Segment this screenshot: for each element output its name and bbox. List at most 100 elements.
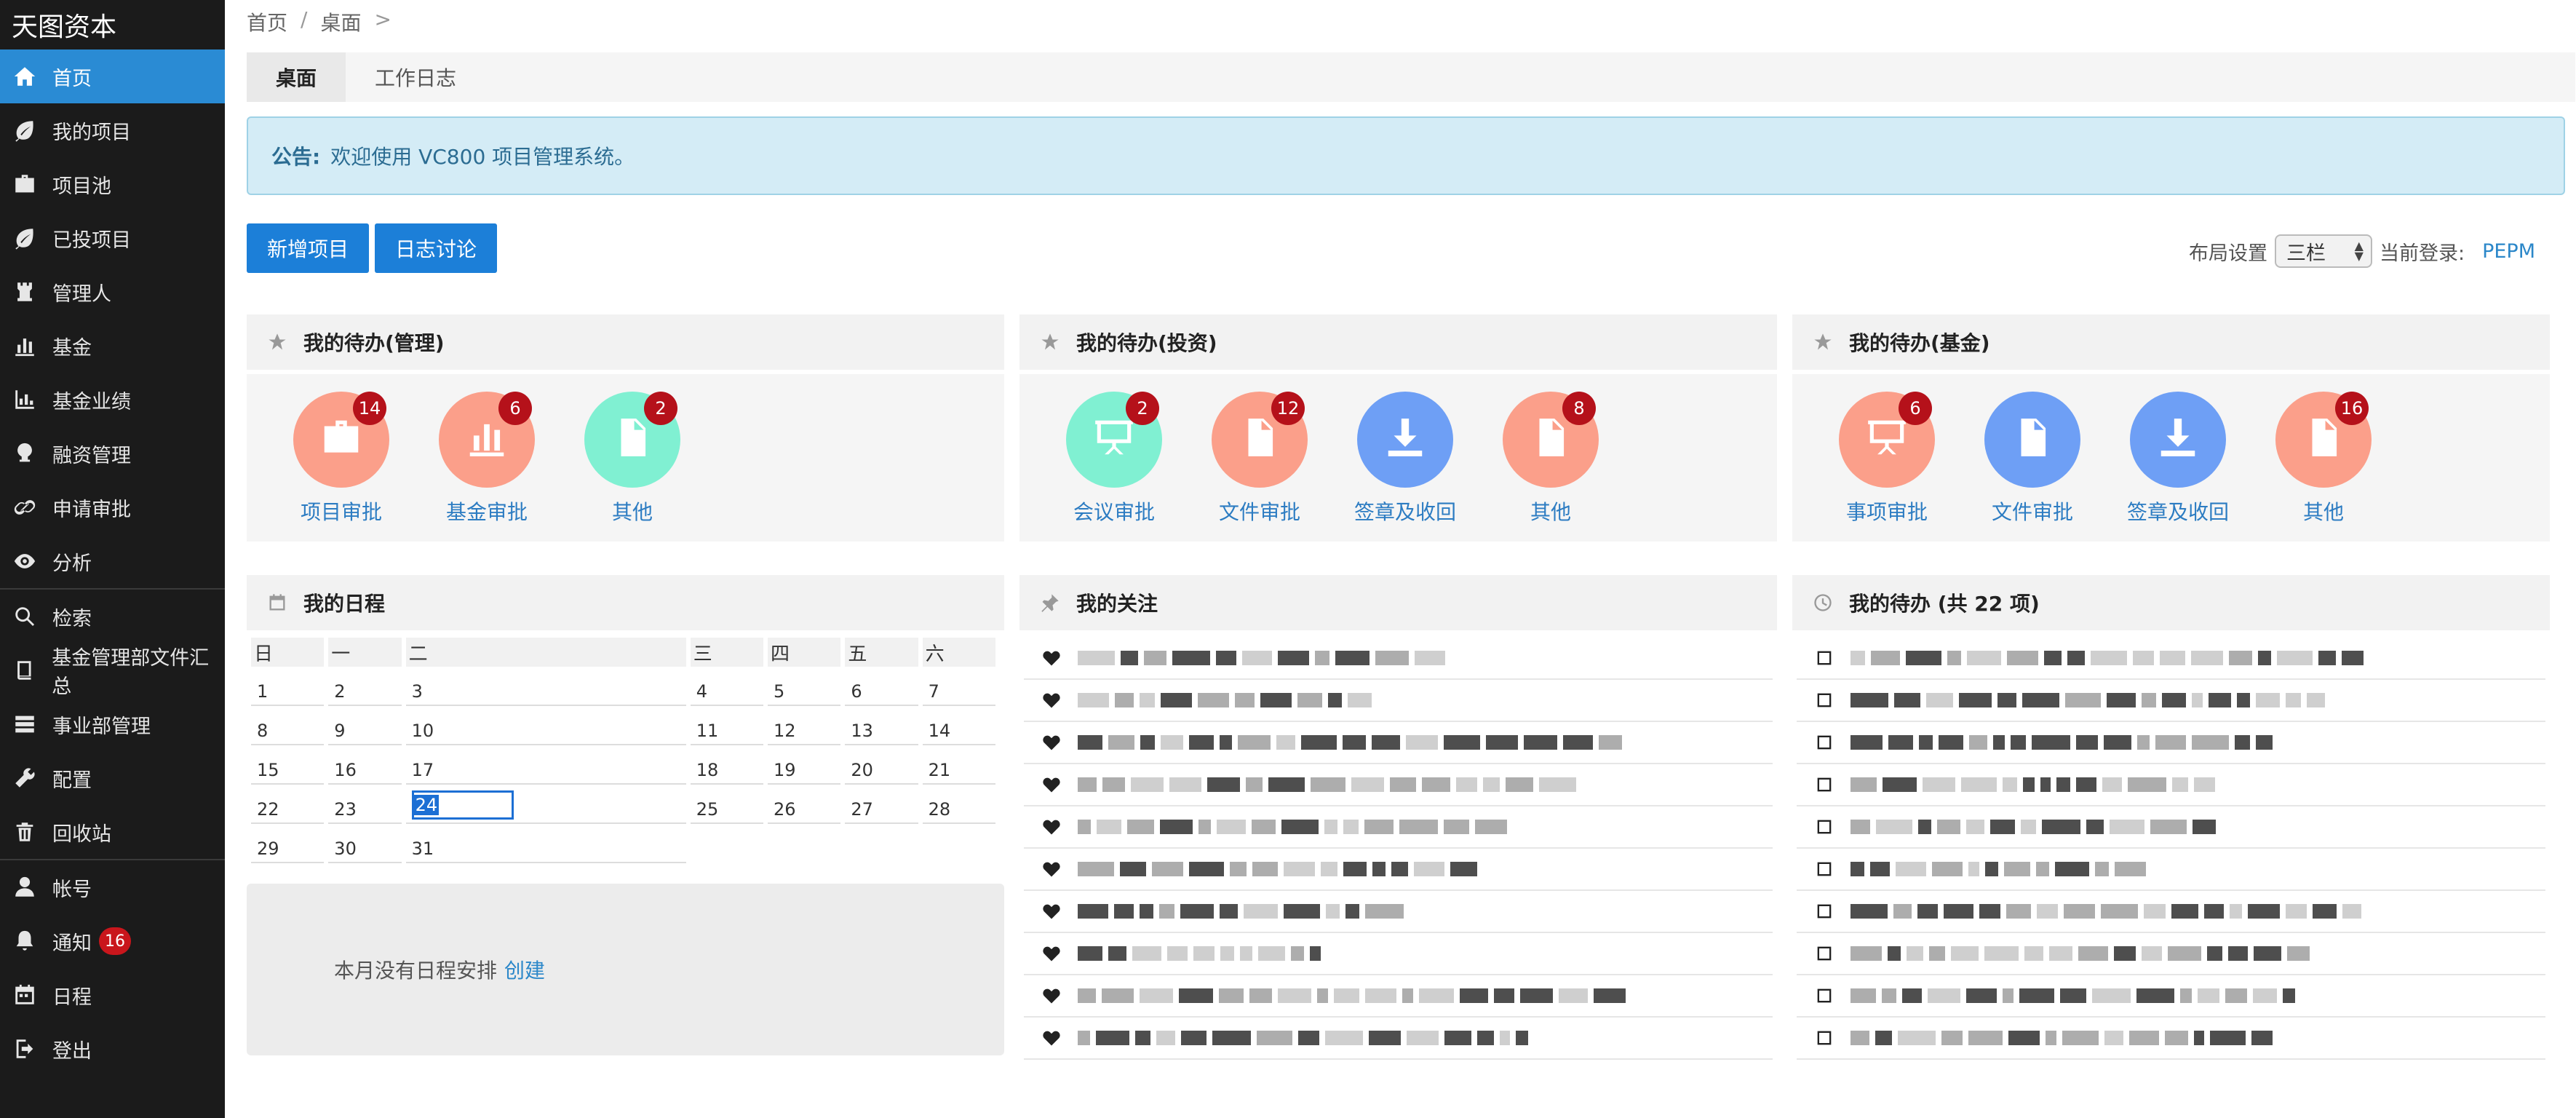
sidebar-item-8[interactable]: 申请审批 bbox=[0, 480, 225, 534]
todo-label[interactable]: 其他 bbox=[2303, 496, 2344, 526]
todo-item[interactable]: 签章及收回 bbox=[2105, 392, 2251, 542]
calendar-day[interactable]: 16 bbox=[328, 745, 402, 785]
checkbox-icon[interactable] bbox=[1814, 647, 1836, 669]
create-schedule-link[interactable]: 创建 bbox=[504, 955, 545, 984]
heart-icon[interactable] bbox=[1041, 732, 1063, 753]
sidebar-item-18[interactable]: 登出 bbox=[0, 1022, 225, 1076]
list-item[interactable] bbox=[1797, 891, 2545, 933]
todo-label[interactable]: 其他 bbox=[612, 496, 653, 526]
todo-item[interactable]: 16 其他 bbox=[2251, 392, 2396, 542]
sidebar-item-16[interactable]: 通知 16 bbox=[0, 914, 225, 968]
list-item[interactable] bbox=[1024, 806, 1773, 849]
calendar-day[interactable]: 14 bbox=[922, 706, 995, 745]
calendar-day[interactable]: 26 bbox=[768, 785, 841, 824]
todo-label[interactable]: 基金审批 bbox=[446, 496, 528, 526]
sidebar-item-11[interactable]: 基金管理部文件汇总 bbox=[0, 643, 225, 698]
calendar-day[interactable]: 29 bbox=[251, 824, 325, 863]
todo-label[interactable]: 其他 bbox=[1530, 496, 1571, 526]
calendar-day[interactable]: 27 bbox=[845, 785, 918, 824]
sidebar-item-9[interactable]: 分析 bbox=[0, 534, 225, 588]
checkbox-icon[interactable] bbox=[1814, 732, 1836, 753]
todo-label[interactable]: 会议审批 bbox=[1073, 496, 1155, 526]
calendar-day[interactable]: 20 bbox=[845, 745, 918, 785]
todo-label[interactable]: 文件审批 bbox=[1992, 496, 2073, 526]
heart-icon[interactable] bbox=[1041, 858, 1063, 880]
todo-item[interactable]: 文件审批 bbox=[1960, 392, 2105, 542]
heart-icon[interactable] bbox=[1041, 816, 1063, 838]
todo-label[interactable]: 文件审批 bbox=[1219, 496, 1300, 526]
list-item[interactable] bbox=[1024, 722, 1773, 764]
sidebar-item-15[interactable]: 帐号 bbox=[0, 860, 225, 914]
login-user-link[interactable]: PEPM bbox=[2482, 240, 2535, 263]
list-item[interactable] bbox=[1797, 975, 2545, 1018]
list-item[interactable] bbox=[1024, 638, 1773, 680]
calendar-day[interactable]: 8 bbox=[251, 706, 325, 745]
calendar-day[interactable]: 1 bbox=[251, 667, 325, 706]
sidebar-item-17[interactable]: 日程 bbox=[0, 968, 225, 1022]
calendar-day[interactable]: 17 bbox=[405, 745, 686, 785]
checkbox-icon[interactable] bbox=[1814, 943, 1836, 964]
sidebar-item-3[interactable]: 已投项目 bbox=[0, 211, 225, 265]
list-item[interactable] bbox=[1797, 764, 2545, 806]
todo-item[interactable]: 6 事项审批 bbox=[1814, 392, 1960, 542]
sidebar-item-4[interactable]: 管理人 bbox=[0, 265, 225, 319]
checkbox-icon[interactable] bbox=[1814, 689, 1836, 711]
list-item[interactable] bbox=[1024, 975, 1773, 1018]
list-item[interactable] bbox=[1797, 806, 2545, 849]
calendar-day[interactable]: 2 bbox=[328, 667, 402, 706]
calendar-day[interactable]: 25 bbox=[690, 785, 764, 824]
todo-label[interactable]: 签章及收回 bbox=[1354, 496, 1456, 526]
list-item[interactable] bbox=[1024, 764, 1773, 806]
heart-icon[interactable] bbox=[1041, 689, 1063, 711]
list-item[interactable] bbox=[1024, 849, 1773, 891]
todo-item[interactable]: 2 其他 bbox=[560, 392, 705, 542]
checkbox-icon[interactable] bbox=[1814, 900, 1836, 922]
todo-label[interactable]: 项目审批 bbox=[301, 496, 382, 526]
heart-icon[interactable] bbox=[1041, 647, 1063, 669]
checkbox-icon[interactable] bbox=[1814, 1027, 1836, 1049]
todo-item[interactable]: 2 会议审批 bbox=[1041, 392, 1187, 542]
list-item[interactable] bbox=[1024, 891, 1773, 933]
heart-icon[interactable] bbox=[1041, 900, 1063, 922]
calendar-day[interactable]: 18 bbox=[690, 745, 764, 785]
sidebar-item-13[interactable]: 配置 bbox=[0, 751, 225, 805]
todo-item[interactable]: 6 基金审批 bbox=[414, 392, 560, 542]
log-discussion-button[interactable]: 日志讨论 bbox=[375, 223, 498, 273]
list-item[interactable] bbox=[1024, 1018, 1773, 1060]
todo-item[interactable]: 12 文件审批 bbox=[1187, 392, 1332, 542]
list-item[interactable] bbox=[1797, 680, 2545, 722]
todo-item[interactable]: 14 项目审批 bbox=[269, 392, 414, 542]
calendar-day[interactable]: 19 bbox=[768, 745, 841, 785]
checkbox-icon[interactable] bbox=[1814, 816, 1836, 838]
calendar-day[interactable]: 23 bbox=[328, 785, 402, 824]
heart-icon[interactable] bbox=[1041, 985, 1063, 1007]
sidebar-item-2[interactable]: 项目池 bbox=[0, 157, 225, 211]
list-item[interactable] bbox=[1024, 680, 1773, 722]
checkbox-icon[interactable] bbox=[1814, 774, 1836, 796]
sidebar-item-5[interactable]: 基金 bbox=[0, 319, 225, 373]
sidebar-item-7[interactable]: 融资管理 bbox=[0, 427, 225, 480]
tab-work-log[interactable]: 工作日志 bbox=[346, 52, 485, 102]
list-item[interactable] bbox=[1797, 638, 2545, 680]
list-item[interactable] bbox=[1797, 933, 2545, 975]
todo-circle[interactable] bbox=[2130, 392, 2226, 488]
calendar-day[interactable]: 30 bbox=[328, 824, 402, 863]
calendar-day[interactable]: 9 bbox=[328, 706, 402, 745]
sidebar-item-0[interactable]: 首页 bbox=[0, 49, 225, 103]
calendar-day-today[interactable]: 24 bbox=[405, 785, 686, 824]
sidebar-item-12[interactable]: 事业部管理 bbox=[0, 697, 225, 751]
heart-icon[interactable] bbox=[1041, 943, 1063, 964]
breadcrumb-home[interactable]: 首页 bbox=[247, 7, 287, 36]
todo-circle[interactable] bbox=[1984, 392, 2080, 488]
list-item[interactable] bbox=[1797, 849, 2545, 891]
layout-select[interactable]: 三栏 ▲ ▼ bbox=[2274, 234, 2372, 268]
todo-label[interactable]: 事项审批 bbox=[1846, 496, 1928, 526]
tab-desktop[interactable]: 桌面 bbox=[247, 52, 346, 102]
sidebar-item-14[interactable]: 回收站 bbox=[0, 805, 225, 859]
calendar-day[interactable]: 10 bbox=[405, 706, 686, 745]
calendar-day[interactable]: 7 bbox=[922, 667, 995, 706]
list-item[interactable] bbox=[1024, 933, 1773, 975]
list-item[interactable] bbox=[1797, 1018, 2545, 1060]
calendar-day[interactable]: 12 bbox=[768, 706, 841, 745]
calendar-day[interactable]: 6 bbox=[845, 667, 918, 706]
